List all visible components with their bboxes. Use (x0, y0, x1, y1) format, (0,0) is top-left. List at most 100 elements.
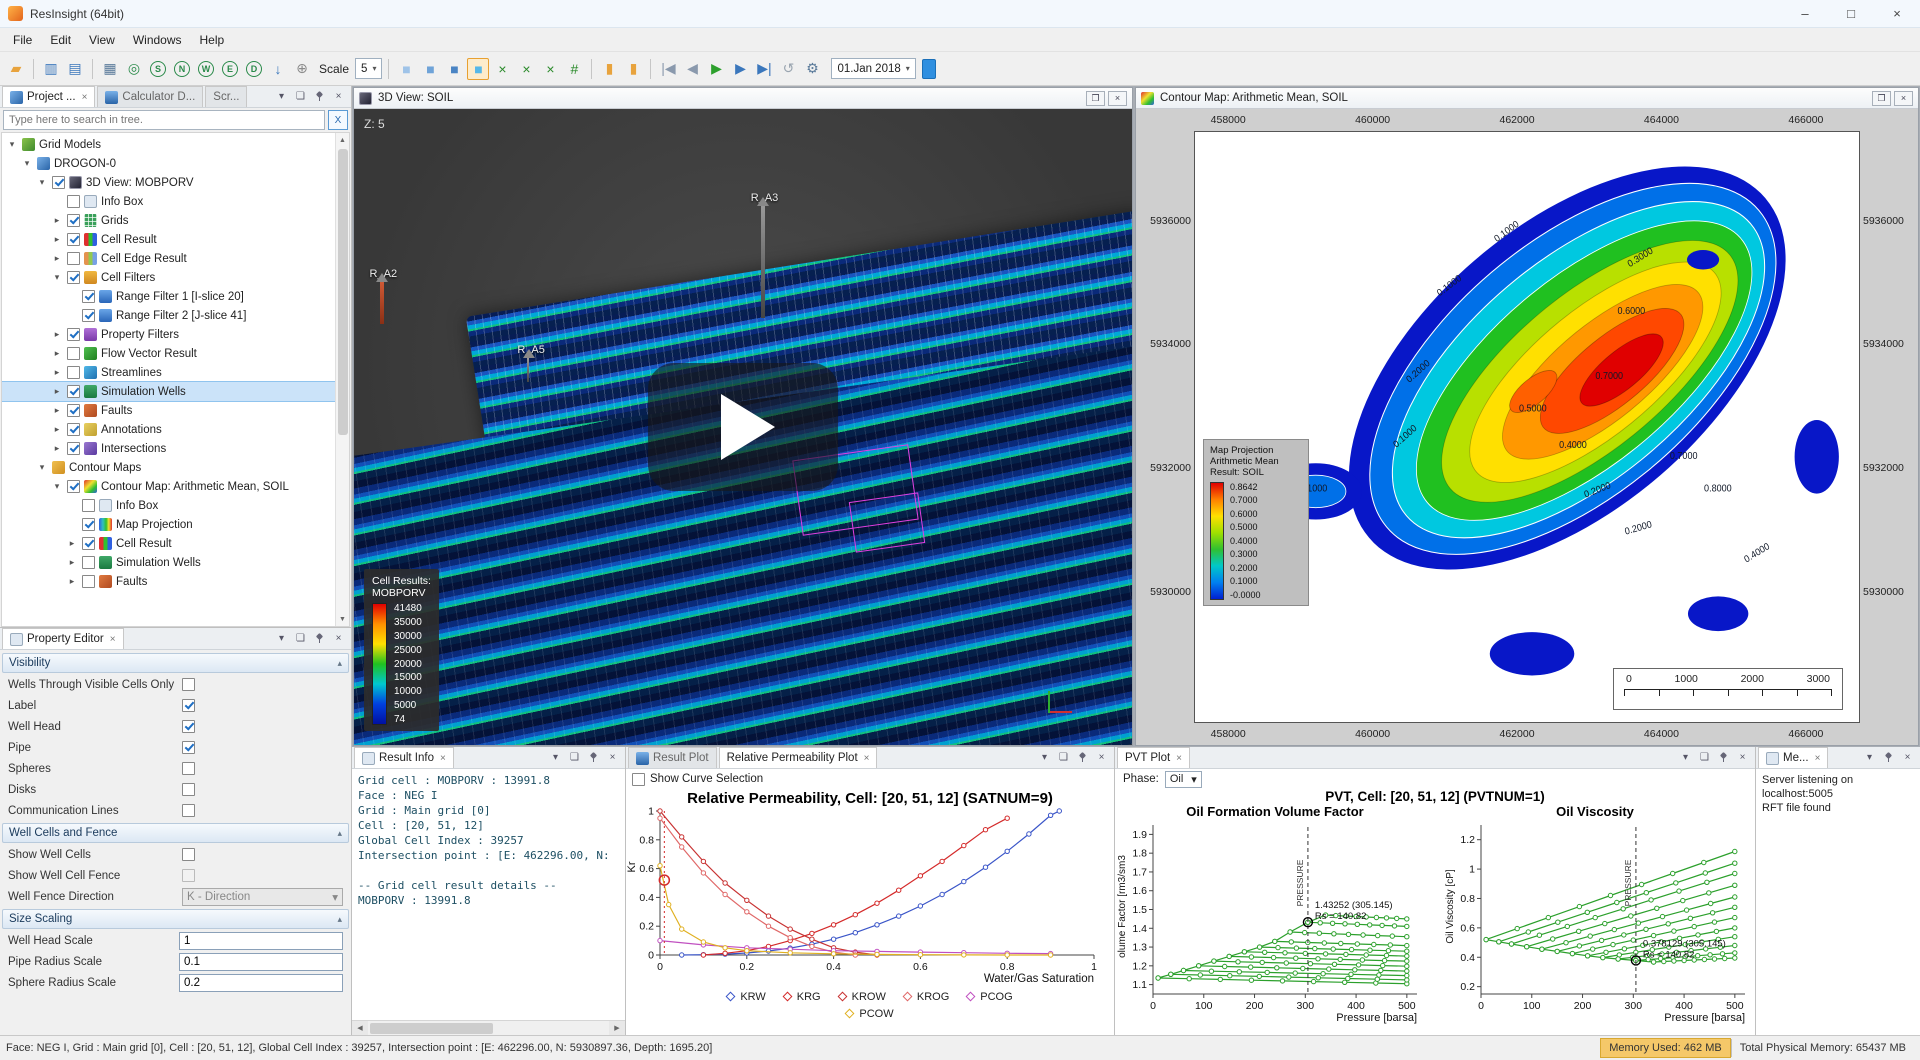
view-east-button[interactable]: E (219, 58, 241, 80)
legend-krw[interactable]: KRW (727, 991, 765, 1003)
tab-relperm-plot[interactable]: Relative Permeability Plot × (719, 747, 878, 768)
tree-item-checkbox[interactable] (67, 385, 80, 398)
sphere-radius-scale-input[interactable] (179, 974, 343, 992)
section-size-scaling[interactable]: Size Scaling▴ (2, 909, 349, 929)
expand-icon[interactable]: ▸ (51, 424, 63, 435)
expand-icon[interactable]: ▸ (51, 367, 63, 378)
dock-menu-icon[interactable]: ▾ (1862, 750, 1877, 765)
tree-item-flow-vector-result[interactable]: ▸Flow Vector Result (2, 344, 335, 363)
tree-item-checkbox[interactable] (67, 214, 80, 227)
tree-item-simulation-wells[interactable]: ▸Simulation Wells (2, 553, 335, 572)
scrollbar-thumb[interactable] (338, 149, 348, 435)
show-surface-button[interactable]: ■ (467, 58, 489, 80)
tree-item-contour-map-arithmetic-mean-soil[interactable]: ▾Contour Map: Arithmetic Mean, SOIL (2, 477, 335, 496)
tree-item-checkbox[interactable] (67, 366, 80, 379)
tree-item-checkbox[interactable] (67, 347, 80, 360)
tree-item-annotations[interactable]: ▸Annotations (2, 420, 335, 439)
float-panel-icon[interactable]: ❏ (1697, 750, 1712, 765)
wells-visible-button[interactable]: × (539, 58, 561, 80)
previous-timestep-button[interactable]: ◀ (681, 58, 703, 80)
last-timestep-button[interactable]: ▶| (753, 58, 775, 80)
collapse-icon[interactable]: ▾ (51, 481, 63, 492)
tree-item-checkbox[interactable] (67, 328, 80, 341)
well-fence-direction-select[interactable]: K - Direction▾ (182, 888, 343, 906)
animation-settings-button[interactable]: ⚙ (801, 58, 823, 80)
scale-select[interactable]: 5▾ (355, 58, 382, 79)
collapse-icon[interactable]: ▾ (21, 158, 33, 169)
view3d-header[interactable]: 3D View: SOIL ❐ × (354, 88, 1132, 109)
tab-result-info[interactable]: Result Info × (354, 747, 454, 768)
scroll-down-icon[interactable]: ▼ (336, 612, 349, 626)
tab-result-plot[interactable]: Result Plot (628, 747, 717, 768)
dock-menu-icon[interactable]: ▾ (274, 89, 289, 104)
pipe-radius-scale-input[interactable] (179, 953, 343, 971)
view-west-button[interactable]: W (195, 58, 217, 80)
tree-item-drogon-0[interactable]: ▾DROGON-0 (2, 154, 335, 173)
memory-used-indicator[interactable]: Memory Used: 462 MB (1600, 1038, 1730, 1058)
expand-icon[interactable]: ▸ (51, 443, 63, 454)
expand-icon[interactable]: ▸ (66, 538, 78, 549)
tree-item-range-filter-1-i-slice-20[interactable]: Range Filter 1 [I-slice 20] (2, 287, 335, 306)
close-panel-icon[interactable]: × (605, 750, 620, 765)
tile-windows-button[interactable]: ▦ (99, 58, 121, 80)
menu-help[interactable]: Help (191, 30, 234, 50)
expand-icon[interactable]: ▸ (51, 405, 63, 416)
zoom-all-button[interactable]: ◎ (123, 58, 145, 80)
close-icon[interactable]: × (864, 753, 870, 764)
tree-item-checkbox[interactable] (82, 309, 95, 322)
viscosity-chart[interactable]: 01002003004005000.20.40.60.811.2PRESSURE… (1445, 819, 1753, 1035)
fvf-chart[interactable]: 01002003004005001.11.21.31.41.51.61.71.8… (1117, 819, 1425, 1035)
expand-icon[interactable]: ▸ (66, 576, 78, 587)
tree-item-grid-models[interactable]: ▾Grid Models (2, 135, 335, 154)
collapse-icon[interactable]: ▾ (6, 139, 18, 150)
communication-lines-checkbox[interactable] (182, 804, 195, 817)
tree-item-checkbox[interactable] (67, 442, 80, 455)
tab-calculator[interactable]: Calculator D... (97, 86, 203, 107)
close-icon[interactable]: × (1176, 753, 1182, 764)
tree-item-grids[interactable]: ▸Grids (2, 211, 335, 230)
menu-edit[interactable]: Edit (41, 30, 80, 50)
tree-item-checkbox[interactable] (82, 518, 95, 531)
expand-icon[interactable]: ▸ (51, 348, 63, 359)
float-panel-icon[interactable]: ❏ (293, 89, 308, 104)
close-panel-icon[interactable]: × (1094, 750, 1109, 765)
tree-item-checkbox[interactable] (82, 575, 95, 588)
tree-item-cell-result[interactable]: ▸Cell Result (2, 534, 335, 553)
timestep-select[interactable]: 01.Jan 2018▾ (831, 58, 915, 79)
menu-windows[interactable]: Windows (124, 30, 191, 50)
view-north-button[interactable]: N (171, 58, 193, 80)
scroll-up-icon[interactable]: ▲ (336, 133, 349, 147)
tree-item-checkbox[interactable] (82, 537, 95, 550)
legend-pcow[interactable]: PCOW (846, 1008, 893, 1020)
collapse-icon[interactable]: ▾ (36, 177, 48, 188)
show-faults-button[interactable]: ■ (443, 58, 465, 80)
contour-map-header[interactable]: Contour Map: Arithmetic Mean, SOIL ❐ × (1136, 88, 1918, 109)
tree-item-checkbox[interactable] (82, 290, 95, 303)
tree-item-info-box[interactable]: Info Box (2, 496, 335, 515)
search-clear-button[interactable]: X (328, 110, 348, 130)
scroll-left-icon[interactable]: ◀ (352, 1021, 368, 1035)
tree-item-info-box[interactable]: Info Box (2, 192, 335, 211)
wells-off-button[interactable]: × (491, 58, 513, 80)
legend-krow[interactable]: KROW (839, 991, 886, 1003)
well-r-a2[interactable]: R_A2 (370, 268, 398, 324)
contour-plot[interactable]: 0.10000.10000.30000.60000.20000.10000.70… (1194, 131, 1860, 723)
dock-menu-icon[interactable]: ▾ (548, 750, 563, 765)
phase-select[interactable]: Oil ▾ (1165, 771, 1202, 788)
pin-panel-icon[interactable] (312, 89, 327, 104)
result-info-scrollbar[interactable]: ◀ ▶ (352, 1020, 625, 1035)
tab-project-tree[interactable]: Project ... × (2, 86, 95, 107)
close-icon[interactable]: × (82, 92, 88, 103)
float-panel-icon[interactable]: ❏ (567, 750, 582, 765)
scrollbar-thumb[interactable] (370, 1023, 493, 1034)
show-curve-selection-checkbox[interactable] (632, 773, 645, 786)
tree-item-checkbox[interactable] (67, 233, 80, 246)
dock-menu-icon[interactable]: ▾ (1037, 750, 1052, 765)
well-head-checkbox[interactable] (182, 720, 195, 733)
menu-file[interactable]: File (4, 30, 41, 50)
pin-panel-icon[interactable] (1716, 750, 1731, 765)
wells-through-visible-cells-only-checkbox[interactable] (182, 678, 195, 691)
well-r-a5[interactable]: R_A5 (517, 344, 545, 382)
tree-item-checkbox[interactable] (67, 195, 80, 208)
play-animation-button[interactable]: ▶ (705, 58, 727, 80)
